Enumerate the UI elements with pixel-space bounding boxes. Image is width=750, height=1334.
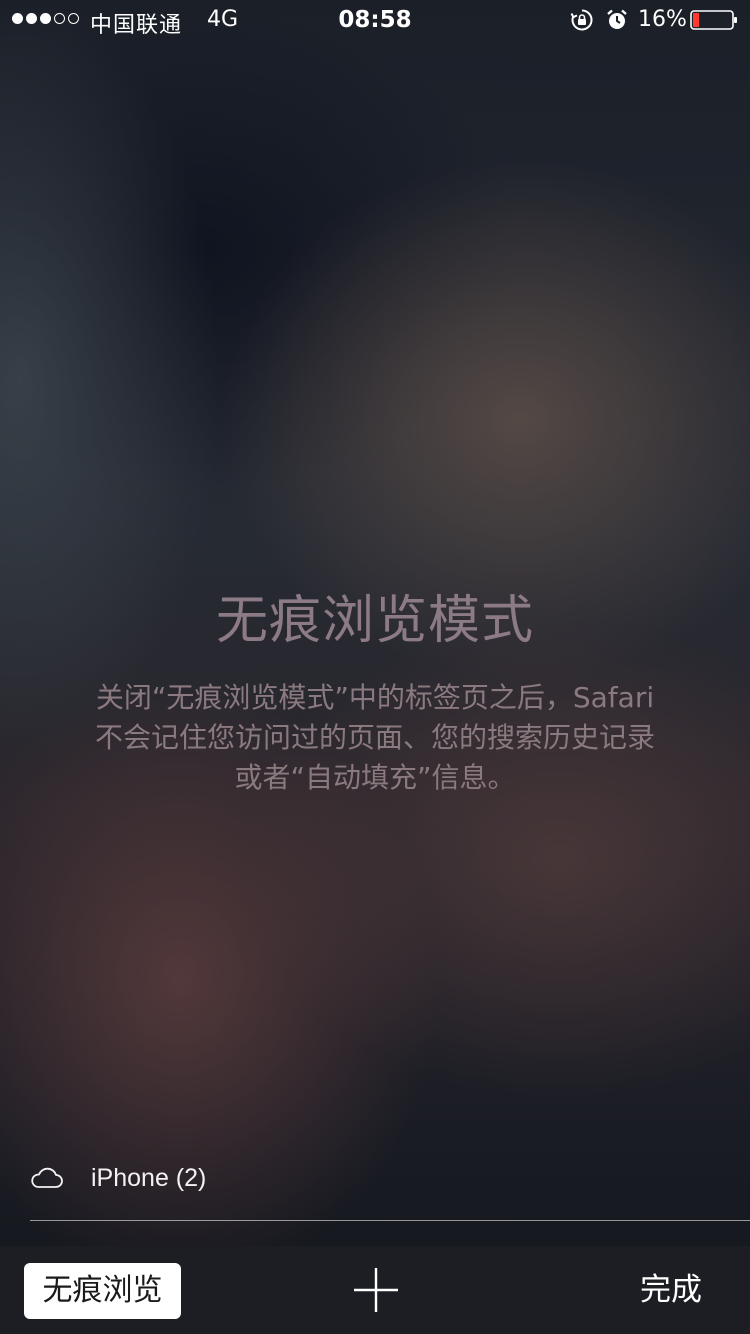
- safari-tab-overview: 中国联通 4G 08:58 16% 无痕浏览模式 关闭“无痕浏览模式”中的标签页…: [0, 0, 750, 1334]
- divider: [30, 1220, 750, 1221]
- battery-icon: [690, 10, 737, 30]
- status-bar: 中国联通 4G 08:58 16%: [0, 0, 750, 40]
- done-button[interactable]: 完成: [640, 1268, 702, 1312]
- private-mode-title: 无痕浏览模式: [215, 591, 534, 651]
- device-name: iPhone (2): [91, 1163, 207, 1192]
- private-mode-description: 关闭“无痕浏览模式”中的标签页之后，Safari 不会记住您访问过的页面、您的搜…: [55, 678, 695, 798]
- private-browsing-button[interactable]: 无痕浏览: [24, 1263, 181, 1319]
- bottom-toolbar: 无痕浏览 完成: [0, 1246, 750, 1334]
- description-line: 或者“自动填充”信息。: [234, 761, 516, 794]
- cloud-icon: [31, 1167, 63, 1188]
- description-line: 关闭“无痕浏览模式”中的标签页之后，Safari: [95, 681, 655, 714]
- plus-icon[interactable]: [350, 1264, 402, 1316]
- icloud-tabs-device[interactable]: iPhone (2): [30, 1158, 206, 1198]
- description-line: 不会记住您访问过的页面、您的搜索历史记录: [94, 721, 655, 754]
- rotation-lock-icon: [570, 9, 593, 31]
- battery-percent: 16%: [638, 7, 687, 32]
- alarm-icon: [607, 9, 627, 29]
